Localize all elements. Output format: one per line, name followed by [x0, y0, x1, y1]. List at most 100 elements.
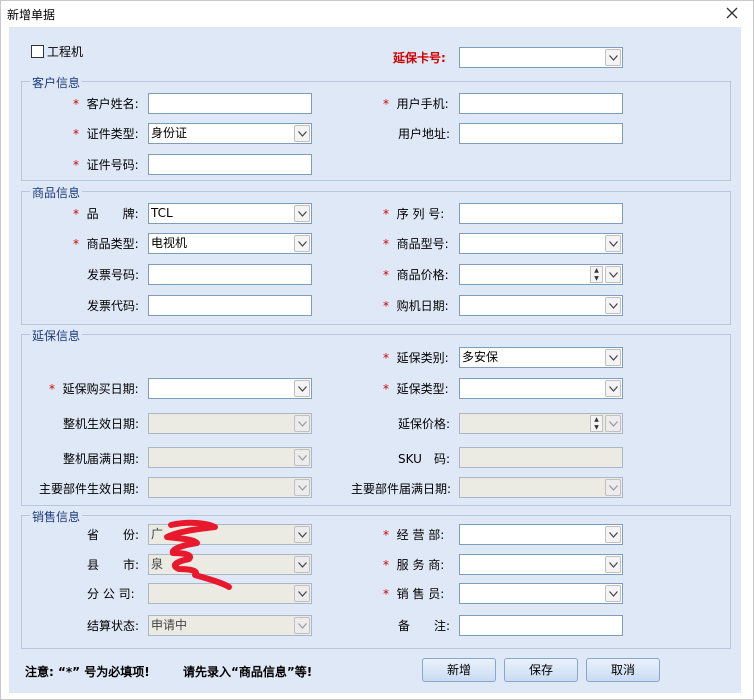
chevron-down-icon[interactable] — [605, 235, 621, 252]
seller-text: 销 售 员: — [396, 587, 445, 601]
chevron-down-icon[interactable] — [294, 415, 310, 432]
category-select[interactable]: 电视机 — [148, 233, 312, 254]
phone-text: 用户手机: — [396, 97, 449, 111]
warranty-price-spinner[interactable]: ▲ ▼ — [459, 413, 623, 434]
id-number-input[interactable] — [148, 154, 312, 175]
redaction-scribble — [164, 519, 232, 590]
parts-expire-select[interactable] — [459, 477, 623, 498]
category-label: * 商品类型: — [73, 237, 139, 251]
purchase-date-select[interactable] — [459, 295, 623, 316]
chevron-down-icon[interactable] — [294, 556, 310, 573]
chevron-down-icon[interactable] — [605, 415, 621, 432]
sku-input[interactable] — [459, 447, 623, 468]
spinner-icon[interactable]: ▲ ▼ — [590, 266, 603, 283]
warranty-card-select[interactable] — [459, 47, 623, 68]
brand-value: TCL — [151, 206, 173, 220]
chevron-down-icon[interactable] — [294, 585, 310, 602]
chevron-down-icon[interactable] — [294, 479, 310, 496]
seller-select[interactable] — [459, 583, 623, 604]
warranty-buy-date-text: 延保购买日期: — [62, 382, 139, 396]
brand-select[interactable]: TCL — [148, 203, 312, 224]
address-input[interactable] — [459, 123, 623, 144]
id-type-select[interactable]: 身份证 — [148, 123, 312, 144]
chevron-down-icon[interactable] — [605, 349, 621, 366]
chevron-down-icon[interactable] — [294, 235, 310, 252]
warranty-type-label: * 延保类型: — [383, 382, 449, 396]
invoice-no-label: 发票号码: — [87, 268, 140, 282]
serial-label: * 序 列 号: — [383, 207, 445, 221]
model-select[interactable] — [459, 233, 623, 254]
save-button[interactable]: 保存 — [504, 658, 578, 682]
dept-select[interactable] — [459, 524, 623, 545]
spinner-icon[interactable]: ▲ ▼ — [590, 415, 603, 432]
warranty-type-select[interactable] — [459, 378, 623, 399]
engineering-checkbox[interactable] — [31, 45, 44, 58]
chevron-down-icon[interactable] — [605, 297, 621, 314]
customer-name-input[interactable] — [148, 93, 312, 114]
price-text: 商品价格: — [396, 268, 449, 282]
settle-select[interactable]: 申请中 — [148, 615, 312, 636]
parts-effective-select[interactable] — [148, 477, 312, 498]
warranty-category-text: 延保类别: — [396, 351, 449, 365]
settle-label: 结算状态: — [87, 619, 140, 633]
invoice-code-input[interactable] — [148, 295, 312, 316]
phone-label: * 用户手机: — [383, 97, 449, 111]
chevron-down-icon[interactable] — [294, 526, 310, 543]
chevron-down-icon[interactable] — [294, 449, 310, 466]
entry-hint-note: 请先录入“商品信息”等! — [183, 665, 313, 679]
chevron-down-icon[interactable] — [605, 556, 621, 573]
id-number-label: * 证件号码: — [73, 158, 139, 172]
chevron-down-icon[interactable] — [294, 205, 310, 222]
chevron-down-icon[interactable] — [294, 125, 310, 142]
remark-input[interactable] — [459, 615, 623, 636]
close-icon[interactable] — [717, 3, 747, 25]
warranty-category-select[interactable]: 多安保 — [459, 347, 623, 368]
effective-date-select[interactable] — [148, 413, 312, 434]
cancel-button[interactable]: 取消 — [586, 658, 660, 682]
form-area: 工程机 延保卡号: 客户信息 * 客户姓名: * 用户手机: * 证件类型: 身… — [9, 27, 741, 693]
purchase-date-text: 购机日期: — [396, 299, 449, 313]
dialog-window: 新增单据 工程机 延保卡号: 客户信息 * 客户姓名: * 用户手机: * 证件… — [0, 0, 754, 700]
chevron-down-icon[interactable] — [605, 585, 621, 602]
model-label: * 商品型号: — [383, 237, 449, 251]
model-text: 商品型号: — [396, 237, 449, 251]
sales-group-title: 销售信息 — [30, 508, 83, 525]
price-label: * 商品价格: — [383, 268, 449, 282]
warranty-type-text: 延保类型: — [396, 382, 449, 396]
chevron-down-icon[interactable] — [605, 479, 621, 496]
warranty-group-title: 延保信息 — [30, 327, 83, 344]
serial-text: 序 列 号: — [396, 207, 445, 221]
id-number-text: 证件号码: — [86, 158, 139, 172]
expire-date-select[interactable] — [148, 447, 312, 468]
chevron-down-icon[interactable] — [605, 266, 621, 283]
warranty-category-label: * 延保类别: — [383, 351, 449, 365]
product-group-title: 商品信息 — [30, 184, 83, 201]
provider-select[interactable] — [459, 554, 623, 575]
seller-label: * 销 售 员: — [383, 587, 445, 601]
invoice-no-input[interactable] — [148, 264, 312, 285]
warranty-buy-date-select[interactable] — [148, 378, 312, 399]
chevron-down-icon[interactable] — [605, 380, 621, 397]
parts-expire-label: 主要部件届满日期: — [351, 482, 452, 496]
customer-name-text: 客户姓名: — [86, 97, 139, 111]
serial-input[interactable] — [459, 203, 623, 224]
chevron-down-icon[interactable] — [294, 380, 310, 397]
remark-label: 备 注: — [398, 619, 451, 633]
window-title: 新增单据 — [7, 8, 56, 22]
settle-value: 申请中 — [151, 618, 188, 632]
category-text: 商品类型: — [86, 237, 139, 251]
effective-date-label: 整机生效日期: — [63, 417, 140, 431]
phone-input[interactable] — [459, 93, 623, 114]
provider-label: * 服 务 商: — [383, 558, 445, 572]
chevron-down-icon[interactable] — [605, 526, 621, 543]
brand-text: 品 牌: — [86, 207, 139, 221]
price-spinner[interactable]: ▲ ▼ — [459, 264, 623, 285]
purchase-date-label: * 购机日期: — [383, 299, 449, 313]
id-type-label: * 证件类型: — [73, 127, 139, 141]
chevron-down-icon[interactable] — [605, 49, 621, 66]
new-button[interactable]: 新增 — [422, 658, 496, 682]
required-note: 注意: “*” 号为必填项! — [25, 665, 150, 679]
brand-label: * 品 牌: — [73, 207, 139, 221]
dept-label: * 经 营 部: — [383, 528, 445, 542]
chevron-down-icon[interactable] — [294, 617, 310, 634]
